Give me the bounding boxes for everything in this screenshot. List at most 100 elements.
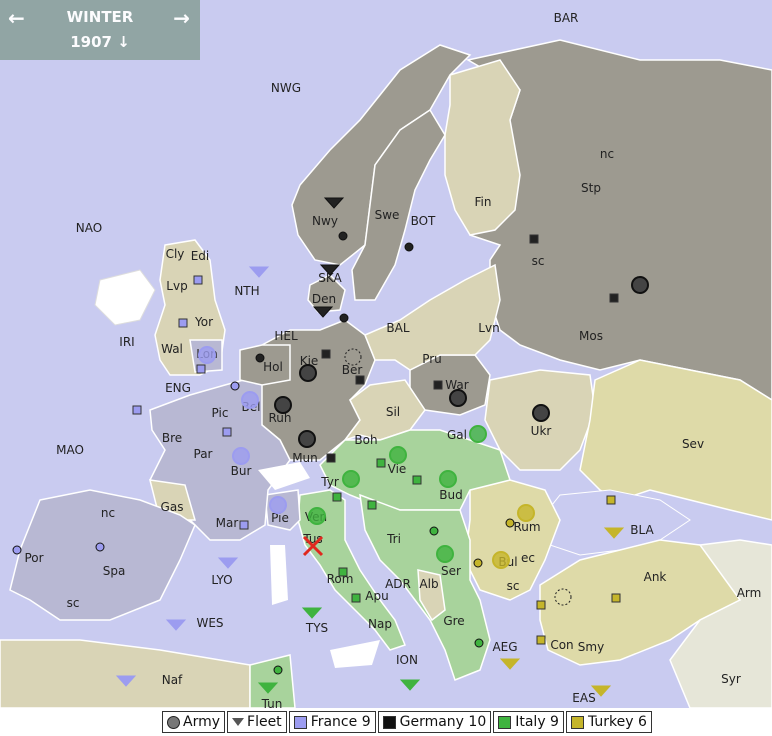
supply-center-square[interactable]	[321, 349, 331, 359]
label-yor: Yor	[194, 315, 213, 329]
label-swe: Swe	[375, 208, 400, 222]
supply-center-square[interactable]	[326, 453, 336, 463]
season-panel: ← WINTER → 1907 ↓	[0, 0, 200, 60]
label-bar: BAR	[554, 11, 579, 25]
army-icon[interactable]	[269, 496, 287, 514]
label-tys: TYS	[305, 621, 328, 635]
label-sev: Sev	[682, 437, 704, 451]
supply-center-square[interactable]	[338, 567, 348, 577]
label-fin: Fin	[475, 195, 492, 209]
army-icon[interactable]	[241, 391, 259, 409]
army-icon[interactable]	[631, 276, 649, 294]
label-pic: Pic	[212, 406, 229, 420]
army-icon[interactable]	[492, 551, 510, 569]
label-mun: Mun	[292, 451, 318, 465]
army-icon[interactable]	[232, 447, 250, 465]
army-icon[interactable]	[439, 470, 457, 488]
supply-center-dot[interactable]	[473, 558, 483, 568]
army-icon[interactable]	[449, 389, 467, 407]
legend-turkey-label: Turkey 6	[587, 714, 647, 730]
supply-center-dot[interactable]	[12, 545, 22, 555]
label-nc: nc	[600, 147, 614, 161]
army-icon[interactable]	[389, 446, 407, 464]
diplomacy-board: BAR NWG NAO NTH SKA HEL BAL BOT IRI ENG MAO LYO WES T…	[0, 0, 772, 736]
supply-center-dot[interactable]	[95, 542, 105, 552]
label-iri: IRI	[119, 335, 134, 349]
label-lyo: LYO	[211, 573, 232, 587]
supply-center-dot[interactable]	[255, 353, 265, 363]
label-lvn: Lvn	[478, 321, 499, 335]
supply-center-dot[interactable]	[474, 638, 484, 648]
supply-center-square[interactable]	[196, 364, 206, 374]
arrow-right-icon[interactable]: →	[173, 6, 190, 30]
label-nao: NAO	[76, 221, 102, 235]
army-icon[interactable]	[532, 404, 550, 422]
supply-center-square[interactable]	[606, 495, 616, 505]
label-naf: Naf	[162, 673, 183, 687]
supply-center-square[interactable]	[376, 458, 386, 468]
supply-center-dot[interactable]	[429, 526, 439, 536]
supply-center-dot[interactable]	[339, 313, 349, 323]
supply-center-square[interactable]	[536, 635, 546, 645]
label-mao: MAO	[56, 443, 84, 457]
army-icon[interactable]	[299, 364, 317, 382]
supply-center-square[interactable]	[193, 275, 203, 285]
supply-center-square[interactable]	[351, 593, 361, 603]
army-icon[interactable]	[298, 430, 316, 448]
supply-center-square[interactable]	[367, 500, 377, 510]
supply-center-dot[interactable]	[273, 665, 283, 675]
supply-center-square[interactable]	[412, 475, 422, 485]
supply-center-square[interactable]	[609, 293, 619, 303]
supply-center-square[interactable]	[433, 380, 443, 390]
army-icon[interactable]	[436, 545, 454, 563]
army-icon[interactable]	[517, 504, 535, 522]
label-syr: Syr	[721, 672, 741, 686]
supply-center-square[interactable]	[178, 318, 188, 328]
season-year: 1907	[70, 33, 112, 51]
label-coast-1: sc	[67, 596, 80, 610]
supply-center-dot[interactable]	[505, 518, 515, 528]
supply-center-square[interactable]	[355, 375, 365, 385]
legend-france: France 9	[288, 711, 376, 733]
army-icon[interactable]	[308, 507, 326, 525]
supply-center-square[interactable]	[132, 405, 142, 415]
supply-center-square[interactable]	[536, 600, 546, 610]
label-ion: ION	[396, 653, 418, 667]
supply-center-square[interactable]	[222, 427, 232, 437]
label-wes: WES	[196, 616, 223, 630]
supply-center-square[interactable]	[332, 492, 342, 502]
label-nwy: Nwy	[312, 214, 338, 228]
label-gre: Gre	[443, 614, 464, 628]
label-hol: Hol	[263, 360, 283, 374]
fleet-icon	[232, 718, 245, 726]
label-boh: Boh	[354, 433, 377, 447]
label-apu: Apu	[365, 589, 388, 603]
supply-center-square[interactable]	[529, 234, 539, 244]
army-icon[interactable]	[342, 470, 360, 488]
supply-center-dot[interactable]	[230, 381, 240, 391]
label-ank: Ank	[644, 570, 667, 584]
label-gal: Gal	[447, 428, 467, 442]
island-corsica	[270, 545, 288, 605]
legend-turkey: Turkey 6	[565, 711, 652, 733]
army-icon[interactable]	[469, 425, 487, 443]
army-icon[interactable]	[274, 396, 292, 414]
army-icon[interactable]	[198, 346, 216, 364]
europe-map[interactable]: BARNWGNAONTHSKAHELBALBOTIRIENGMAOLYOWES T…	[0, 0, 772, 708]
arrow-down-icon[interactable]: ↓	[117, 33, 130, 51]
supply-center-square[interactable]	[239, 520, 249, 530]
label-pru: Pru	[422, 352, 442, 366]
supply-center-square[interactable]	[611, 593, 621, 603]
label-par: Par	[194, 447, 213, 461]
label-por: Por	[24, 551, 43, 565]
supply-center-dot[interactable]	[338, 231, 348, 241]
label-bla: BLA	[630, 523, 654, 537]
label-stp: Stp	[581, 181, 601, 195]
label-aeg: AEG	[492, 640, 517, 654]
label-bre: Bre	[162, 431, 182, 445]
supply-center-dot[interactable]	[404, 242, 414, 252]
label-sc: sc	[532, 254, 545, 268]
label-tyr: Tyr	[320, 475, 339, 489]
season-year-row[interactable]: 1907 ↓	[0, 33, 200, 51]
label-tun: Tun	[261, 697, 283, 708]
